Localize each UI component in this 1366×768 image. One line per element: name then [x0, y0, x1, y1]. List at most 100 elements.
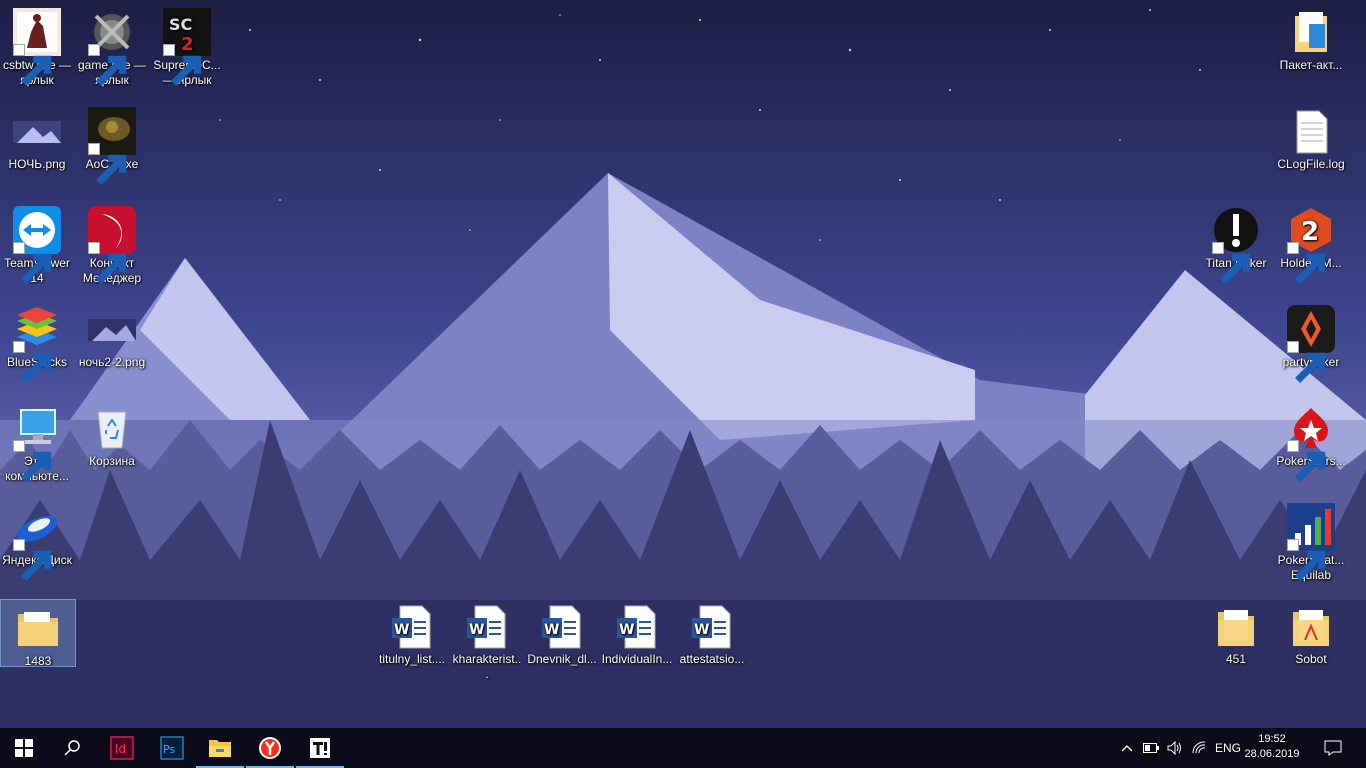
holdem-shortcut[interactable]: 2 HoldemM...: [1274, 202, 1348, 284]
svg-text:W: W: [544, 622, 559, 638]
word-doc-attestatsio[interactable]: W attestatsio...: [675, 598, 749, 667]
svg-text:SC: SC: [169, 15, 192, 34]
folder-451[interactable]: 451: [1199, 598, 1273, 667]
shortcut-arrow-icon: [1287, 539, 1326, 581]
shortcut-arrow-icon: [1287, 242, 1326, 284]
noch-png-file[interactable]: НОЧЬ.png: [0, 103, 74, 172]
holdem-manager-icon: 2: [1287, 206, 1335, 284]
partypoker-shortcut[interactable]: partypoker: [1274, 301, 1348, 383]
shortcut-arrow-icon: [1212, 242, 1251, 284]
folder-icon: [14, 604, 62, 652]
show-hidden-icons-button[interactable]: [1116, 728, 1138, 768]
recycle-bin-icon: [88, 404, 136, 452]
pokerstrat-equilab-shortcut[interactable]: PokerStrat... Equilab: [1274, 499, 1348, 583]
indesign-icon: Id: [110, 736, 134, 760]
svg-text:W: W: [469, 622, 484, 638]
network-button[interactable]: [1188, 728, 1210, 768]
icon-label: Корзина: [89, 454, 135, 468]
typora-icon: [310, 738, 330, 758]
clock-time: 19:52: [1258, 733, 1286, 745]
icon-label: Dnevnik_dl...: [527, 652, 597, 666]
notifications-button[interactable]: [1318, 728, 1348, 768]
volume-button[interactable]: [1164, 728, 1186, 768]
file-explorer-taskbar-button[interactable]: [196, 728, 244, 768]
icon-label: kharakterist...: [452, 652, 522, 681]
clogfile-file[interactable]: CLogFile.log: [1274, 103, 1348, 172]
game-icon: [88, 8, 136, 86]
recycle-bin[interactable]: Корзина: [75, 400, 149, 469]
yandex-disk-shortcut[interactable]: Яндекс.Диск: [0, 499, 74, 581]
taskbar: Id Ps ENG 19:52 28.06.2019: [0, 728, 1366, 768]
speaker-icon: [1167, 741, 1181, 755]
shortcut-arrow-icon: [13, 44, 52, 86]
chevron-up-icon: [1121, 745, 1133, 752]
game-shortcut[interactable]: game.exe — ярлык: [75, 4, 149, 88]
shortcut-arrow-icon: [88, 143, 127, 185]
word-doc-individual[interactable]: W IndividualIn...: [600, 598, 674, 667]
word-doc-kharakteristika[interactable]: W kharakterist...: [450, 598, 524, 682]
teamviewer-shortcut[interactable]: TeamViewer 14: [0, 202, 74, 286]
battery-button[interactable]: [1140, 728, 1162, 768]
word-document-icon: W: [538, 602, 586, 650]
image-file-icon: [13, 107, 61, 155]
shortcut-arrow-icon: [13, 242, 52, 284]
indesign-taskbar-button[interactable]: Id: [98, 728, 146, 768]
equilab-icon: [1287, 503, 1335, 581]
icon-label: 451: [1225, 652, 1247, 666]
search-button[interactable]: [48, 728, 96, 768]
shortcut-arrow-icon: [1287, 440, 1326, 482]
konnekt-shortcut[interactable]: Коннект Менеджер: [75, 202, 149, 286]
folder-acrobat-icon: [1287, 602, 1335, 650]
text-document-icon: [1287, 107, 1335, 155]
folder-document-icon: [1287, 8, 1335, 56]
folder-sobot[interactable]: Sobot: [1274, 598, 1348, 667]
svg-text:W: W: [694, 622, 709, 638]
pokerstars-shortcut[interactable]: PokerStars...: [1274, 400, 1348, 482]
svg-text:W: W: [394, 622, 409, 638]
shortcut-arrow-icon: [163, 44, 202, 86]
bluestacks-shortcut[interactable]: BlueStacks: [0, 301, 74, 383]
pokerstars-icon: [1287, 404, 1335, 482]
photoshop-taskbar-button[interactable]: Ps: [148, 728, 196, 768]
svg-text:W: W: [619, 622, 634, 638]
image-file-icon: [88, 305, 136, 353]
action-center-icon: [1324, 740, 1342, 756]
icon-label: titulny_list....: [378, 652, 446, 666]
word-document-icon: W: [388, 602, 436, 650]
shortcut-arrow-icon: [1287, 341, 1326, 383]
this-pc-shortcut[interactable]: Этот компьюте...: [0, 400, 74, 484]
icon-label: Sobot: [1295, 652, 1327, 666]
csbtw-shortcut[interactable]: csbtw.exe — ярлык: [0, 4, 74, 88]
photoshop-icon: Ps: [160, 736, 184, 760]
clock[interactable]: 19:52 28.06.2019: [1232, 728, 1312, 768]
icon-label: CLogFile.log: [1277, 157, 1345, 171]
titanpoker-shortcut[interactable]: Titan Poker: [1199, 202, 1273, 284]
svg-text:Id: Id: [115, 742, 126, 756]
supremec-shortcut[interactable]: SC 2 SupremeC... — ярлык: [150, 4, 224, 88]
word-document-icon: W: [613, 602, 661, 650]
aoc2-file[interactable]: AoC2.exe: [75, 103, 149, 185]
svg-text:Ps: Ps: [163, 743, 175, 756]
yandex-browser-icon: [259, 737, 281, 759]
icon-label: attestatsio...: [679, 652, 745, 666]
folder-1483[interactable]: 1483: [0, 599, 76, 668]
windows-logo-icon: [15, 739, 33, 757]
icon-label: IndividualIn...: [601, 652, 673, 666]
word-doc-titulny[interactable]: W titulny_list....: [375, 598, 449, 667]
shortcut-arrow-icon: [13, 341, 52, 383]
paket-file[interactable]: Пакет-акт...: [1274, 4, 1348, 73]
starcraft2-icon: SC 2: [163, 8, 211, 86]
bluestacks-icon: [13, 305, 61, 383]
aoc2-icon: [88, 107, 136, 185]
noch2-png-file[interactable]: ночь2-2.png: [75, 301, 149, 370]
word-doc-dnevnik[interactable]: W Dnevnik_dl...: [525, 598, 599, 667]
partypoker-icon: [1287, 305, 1335, 383]
file-explorer-icon: [209, 740, 231, 757]
titan-poker-icon: [1212, 206, 1260, 284]
shortcut-arrow-icon: [13, 539, 52, 581]
search-icon: [64, 740, 80, 756]
clock-date: 28.06.2019: [1244, 748, 1300, 760]
yandex-browser-taskbar-button[interactable]: [246, 728, 294, 768]
typora-taskbar-button[interactable]: [296, 728, 344, 768]
start-button[interactable]: [0, 728, 48, 768]
